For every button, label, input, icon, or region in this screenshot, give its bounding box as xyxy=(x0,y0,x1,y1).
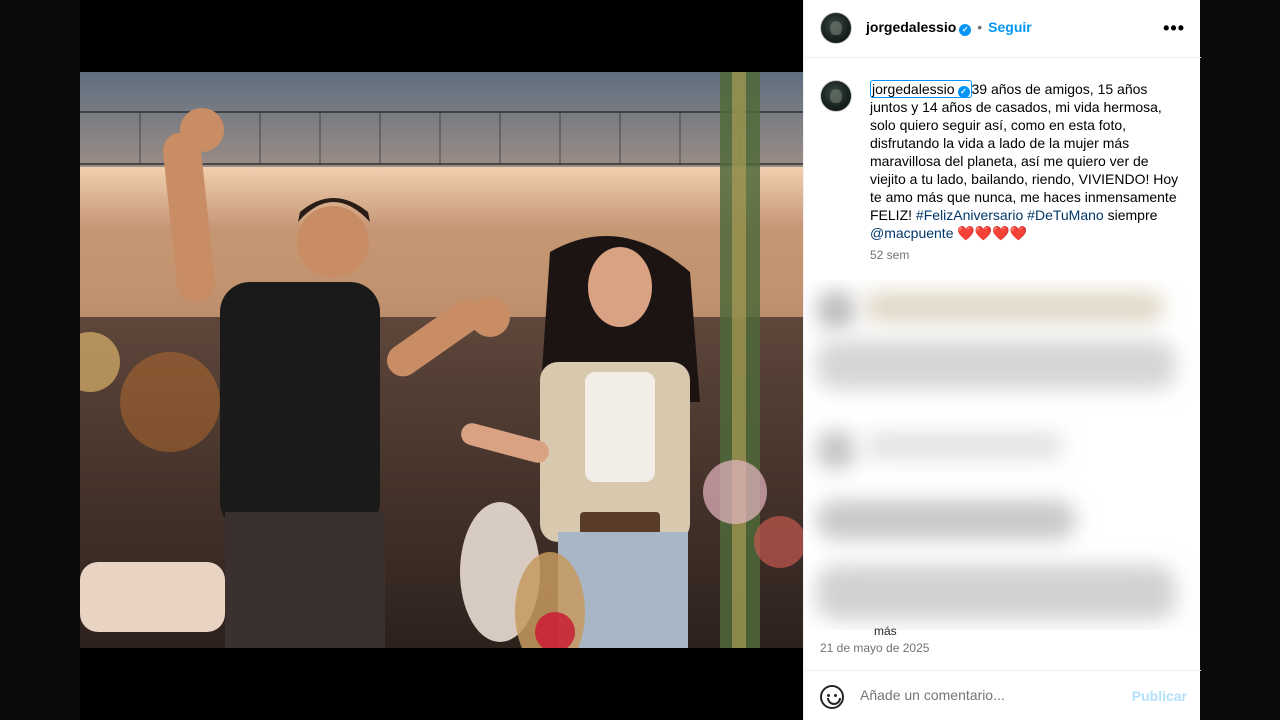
comment-blur xyxy=(816,340,1176,390)
header-user-line: jorgedalessio ✓ • Seguir xyxy=(866,19,1032,37)
follow-button[interactable]: Seguir xyxy=(988,19,1032,35)
post-date: 21 de mayo de 2025 xyxy=(820,641,930,655)
mention-link[interactable]: @macpuente xyxy=(870,225,953,241)
heart-emojis: ❤️❤️❤️❤️ xyxy=(957,225,1028,241)
verified-badge-icon: ✓ xyxy=(959,24,972,36)
post-side-panel: jorgedalessio ✓ • Seguir ••• jorgedalessio ✓… xyxy=(803,0,1201,720)
comment-blur xyxy=(816,500,1076,540)
comment-avatar-blur xyxy=(816,430,856,470)
verified-badge-icon: ✓ xyxy=(957,86,970,98)
author-avatar[interactable] xyxy=(820,12,852,44)
comments-partial-text[interactable]: más xyxy=(874,624,897,638)
caption-username-box[interactable]: jorgedalessio ✓ xyxy=(870,80,972,98)
comment-input[interactable] xyxy=(860,687,1110,703)
emoji-icon[interactable] xyxy=(820,685,844,709)
post-header: jorgedalessio ✓ • Seguir ••• xyxy=(804,0,1201,58)
comment-footer: Publicar xyxy=(804,670,1201,720)
post-age: 52 sem xyxy=(870,248,910,262)
comment-blur xyxy=(816,565,1176,620)
comment-blur xyxy=(864,292,1164,322)
more-options-icon[interactable]: ••• xyxy=(1163,18,1185,39)
caption-avatar[interactable] xyxy=(820,80,852,112)
comment-blur xyxy=(864,432,1064,460)
separator-dot: • xyxy=(977,19,983,35)
photo-illustration xyxy=(80,72,803,648)
comment-avatar-blur xyxy=(816,290,856,330)
caption-text: jorgedalessio ✓ 39 años de amigos, 15 años… xyxy=(870,80,1180,242)
hashtag-link[interactable]: #FelizAniversario xyxy=(916,207,1023,223)
hashtag-link[interactable]: #DeTuMano xyxy=(1027,207,1104,223)
post-photo[interactable] xyxy=(80,72,803,648)
caption-username[interactable]: jorgedalessio xyxy=(872,81,955,97)
media-panel xyxy=(80,0,803,720)
blurred-comments xyxy=(804,280,1201,630)
caption-body-end: siempre xyxy=(1103,207,1158,223)
publish-button[interactable]: Publicar xyxy=(1132,688,1187,704)
author-username[interactable]: jorgedalessio xyxy=(866,19,956,35)
caption-body: 39 años de amigos, 15 años juntos y 14 a… xyxy=(870,81,1179,223)
